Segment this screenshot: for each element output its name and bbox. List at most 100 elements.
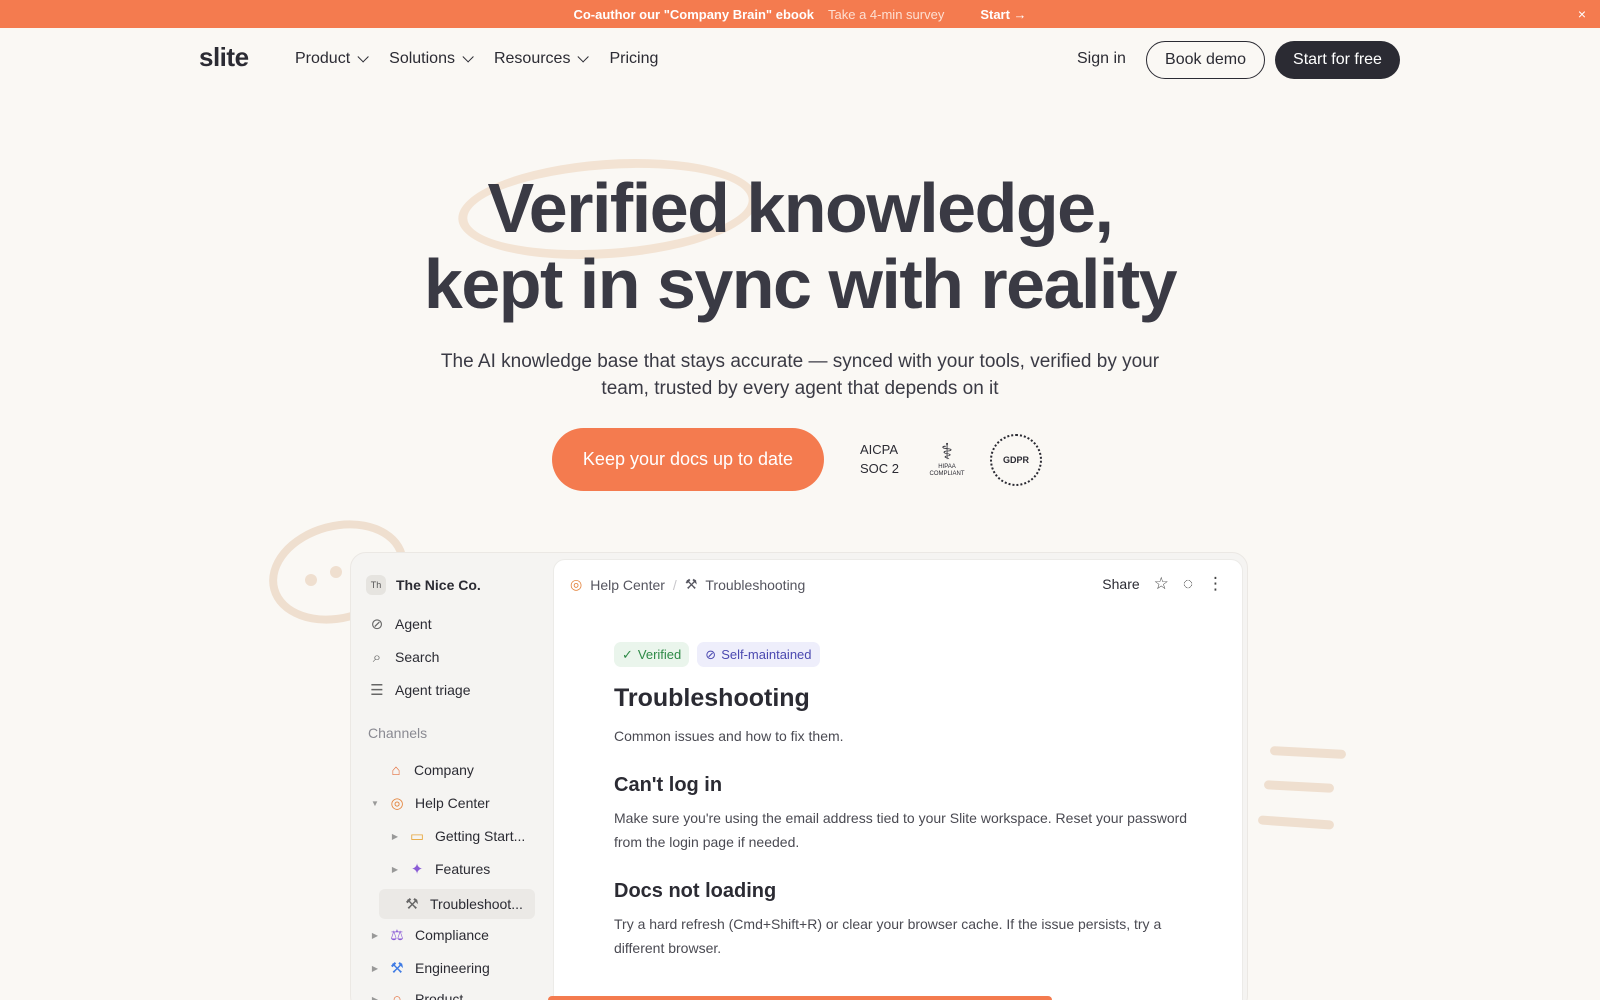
section-body: Make sure you're using the email address… bbox=[614, 810, 1188, 850]
sparkle-icon: ✦ bbox=[410, 861, 424, 878]
doc-title: Troubleshooting bbox=[614, 684, 810, 712]
folder-icon: ▭ bbox=[409, 828, 425, 845]
sidebar-item-engineering[interactable]: ▶ ⚒ Engineering bbox=[371, 955, 490, 981]
hero-title: Verified knowledge, kept in sync with re… bbox=[0, 170, 1600, 322]
book-demo-button[interactable]: Book demo bbox=[1146, 41, 1265, 79]
top-nav: slite Product Solutions Resources Pricin… bbox=[0, 28, 1600, 92]
doc-actions: Share ☆ ◌ ⋮ bbox=[1102, 574, 1224, 594]
menu-product[interactable]: Product bbox=[295, 50, 369, 68]
chevron-down-icon bbox=[357, 51, 369, 63]
slite-logo[interactable]: slite bbox=[199, 42, 249, 73]
sidebar-item-agent[interactable]: ⊘ Agent bbox=[368, 611, 432, 637]
more-icon[interactable]: ⋮ bbox=[1207, 574, 1224, 594]
sidebar-item-search[interactable]: ⌕ Search bbox=[368, 644, 440, 670]
breadcrumb-separator: / bbox=[672, 576, 677, 593]
decorative-dot bbox=[305, 574, 317, 586]
workspace-switcher[interactable]: Th The Nice Co. bbox=[366, 575, 481, 595]
decorative-stroke bbox=[1269, 746, 1347, 759]
wrench-icon: ⚒ bbox=[684, 576, 698, 592]
caret-right-icon[interactable]: ▶ bbox=[371, 964, 379, 973]
caret-right-icon[interactable]: ▶ bbox=[371, 931, 379, 940]
comment-icon[interactable]: ◌ bbox=[1183, 574, 1193, 594]
decorative-dot bbox=[330, 566, 342, 578]
menu-resources[interactable]: Resources bbox=[494, 50, 590, 68]
breadcrumb: ◎ Help Center / ⚒ Troubleshooting bbox=[570, 576, 805, 593]
tag-label: Self-maintained bbox=[721, 647, 812, 662]
hammer-icon: ⚒ bbox=[390, 960, 404, 977]
sidebar-item-label: Agent bbox=[395, 616, 432, 632]
section-heading: Docs not loading bbox=[614, 880, 777, 902]
sidebar-item-label: Getting Start... bbox=[435, 828, 526, 844]
announcement-bar: Co-author our "Company Brain" ebook Take… bbox=[0, 0, 1600, 28]
hero-title-line2: kept in sync with reality bbox=[423, 245, 1178, 323]
wrench-icon: ⚒ bbox=[405, 896, 419, 913]
decorative-stroke bbox=[1257, 815, 1335, 830]
breadcrumb-troubleshooting[interactable]: Troubleshooting bbox=[705, 577, 805, 593]
caret-right-icon[interactable]: ▶ bbox=[391, 832, 399, 841]
sidebar-item-help-center[interactable]: ▼ ◎ Help Center bbox=[371, 790, 490, 816]
gdpr-badge: GDPR bbox=[990, 434, 1042, 486]
aicpa-label: AICPA bbox=[860, 442, 899, 457]
verified-tag[interactable]: ✓ Verified bbox=[614, 642, 690, 667]
menu-pricing[interactable]: Pricing bbox=[609, 50, 658, 68]
chevron-down-icon bbox=[577, 51, 590, 63]
sidebar-item-troubleshooting[interactable]: ⚒ Troubleshoot... bbox=[379, 889, 535, 919]
sidebar-item-compliance[interactable]: ▶ ⚖ Compliance bbox=[371, 922, 489, 948]
sidebar-item-label: Agent triage bbox=[395, 682, 471, 698]
menu-label: Pricing bbox=[609, 50, 659, 67]
caduceus-icon: ⚕ bbox=[941, 439, 953, 464]
soc2-label: SOC 2 bbox=[860, 461, 900, 476]
sidebar-item-getting-started[interactable]: ▶ ▭ Getting Start... bbox=[391, 823, 525, 849]
channels-heading: Channels bbox=[368, 725, 428, 741]
sign-in-link[interactable]: Sign in bbox=[1077, 50, 1126, 68]
workspace-avatar: Th bbox=[366, 575, 386, 595]
sidebar-item-label: Search bbox=[395, 649, 440, 665]
caret-right-icon[interactable]: ▶ bbox=[371, 995, 379, 1000]
workspace-name: The Nice Co. bbox=[396, 577, 481, 593]
sidebar-item-label: Engineering bbox=[415, 960, 490, 976]
sidebar-item-label: Company bbox=[414, 762, 474, 778]
chevron-down-icon bbox=[462, 51, 474, 63]
sidebar-item-label: Troubleshoot... bbox=[430, 896, 523, 912]
start-free-button[interactable]: Start for free bbox=[1275, 41, 1400, 79]
star-icon[interactable]: ☆ bbox=[1154, 574, 1169, 594]
decorative-stroke bbox=[1263, 780, 1335, 793]
sidebar-item-agent-triage[interactable]: ☰ Agent triage bbox=[368, 677, 471, 703]
agent-icon: ⊘ bbox=[370, 616, 384, 633]
breadcrumb-help-center[interactable]: Help Center bbox=[590, 577, 665, 593]
announcement-headline: Co-author our "Company Brain" ebook bbox=[573, 6, 814, 22]
main-menu: Product Solutions Resources Pricing bbox=[295, 50, 658, 68]
gdpr-label: GDPR bbox=[1002, 455, 1029, 465]
floating-orange-bar bbox=[548, 996, 1052, 1000]
sidebar-item-label: Help Center bbox=[415, 795, 490, 811]
sidebar-item-label: Compliance bbox=[415, 927, 489, 943]
menu-label: Product bbox=[295, 50, 351, 67]
scale-icon: ⚖ bbox=[390, 927, 404, 944]
self-maintained-tag[interactable]: ⊘ Self-maintained bbox=[697, 642, 820, 667]
tag-label: Verified bbox=[637, 647, 682, 662]
caret-down-icon[interactable]: ▼ bbox=[371, 799, 379, 808]
sidebar: Th The Nice Co. ⊘ Agent ⌕ Search ☰ Agent… bbox=[351, 553, 551, 1000]
sidebar-item-product[interactable]: ▶ ○ Product bbox=[371, 986, 463, 1000]
menu-solutions[interactable]: Solutions bbox=[389, 50, 474, 68]
hipaa-badge: ⚕ HIPAA COMPLIANT bbox=[924, 440, 970, 482]
caret-right-icon[interactable]: ▶ bbox=[391, 865, 399, 874]
hero-title-line1: Verified knowledge, bbox=[487, 169, 1114, 247]
sidebar-item-label: Features bbox=[435, 861, 491, 877]
aicpa-soc2-badge: AICPA SOC 2 bbox=[860, 440, 899, 478]
sidebar-item-label: Product bbox=[415, 991, 464, 1000]
lifebuoy-icon: ◎ bbox=[570, 576, 583, 592]
bulb-icon: ○ bbox=[392, 990, 402, 1000]
check-circle-icon: ✓ bbox=[622, 646, 633, 662]
announcement-start-link[interactable]: Start → bbox=[980, 7, 1026, 22]
sidebar-item-company[interactable]: ⌂ Company bbox=[387, 757, 474, 783]
agent-icon: ⊘ bbox=[705, 646, 717, 662]
keep-docs-up-to-date-button[interactable]: Keep your docs up to date bbox=[552, 428, 824, 491]
hipaa-label: HIPAA COMPLIANT bbox=[929, 464, 965, 477]
doc-intro: Common issues and how to fix them. bbox=[614, 728, 844, 744]
lifebuoy-icon: ◎ bbox=[390, 795, 404, 812]
close-icon[interactable]: × bbox=[1578, 6, 1586, 22]
announcement-sub: Take a 4-min survey bbox=[828, 6, 945, 22]
sidebar-item-features[interactable]: ▶ ✦ Features bbox=[391, 856, 490, 882]
share-button[interactable]: Share bbox=[1102, 576, 1139, 592]
